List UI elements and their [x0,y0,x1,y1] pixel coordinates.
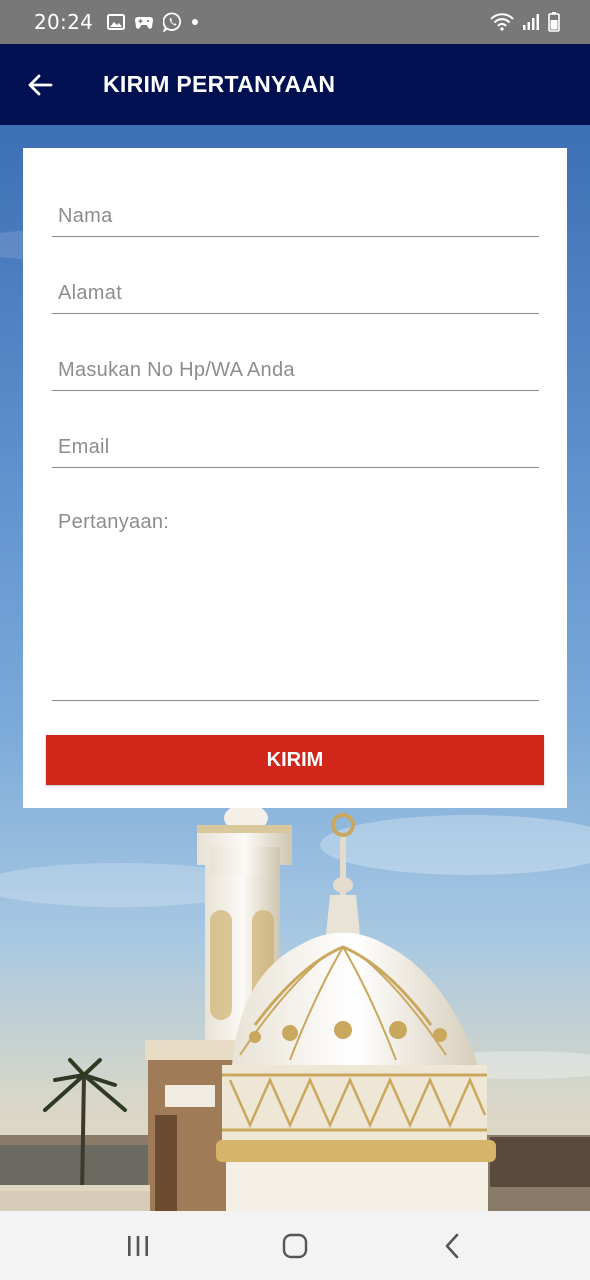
back-arrow-icon [28,74,53,95]
phone-input[interactable] [52,350,539,390]
home-button[interactable] [255,1216,335,1276]
recent-apps-icon [128,1235,149,1256]
game-icon [135,17,154,29]
status-notification-icons [107,12,199,32]
question-textarea[interactable] [52,505,539,695]
recent-apps-button[interactable] [98,1216,178,1276]
address-input[interactable] [52,273,539,313]
wifi-icon [490,13,514,31]
status-bar: 20:24 [0,0,590,44]
status-system-icons [490,12,560,32]
email-input[interactable] [52,427,539,467]
nav-back-button[interactable] [412,1216,492,1276]
whatsapp-icon [163,12,182,32]
app-bar: KIRIM PERTANYAAN [0,44,590,125]
home-icon [282,1233,308,1258]
phone-field [52,350,539,391]
gallery-icon [107,14,126,30]
page-title: KIRIM PERTANYAAN [103,71,336,97]
back-icon [445,1233,458,1258]
name-field [52,196,539,237]
email-field [52,427,539,468]
submit-button[interactable]: KIRIM [46,735,544,785]
status-time: 20:24 [34,10,94,34]
signal-icon [523,14,539,30]
notification-dot-icon [192,19,199,25]
question-form-card: KIRIM [23,148,567,808]
battery-icon [548,12,560,32]
system-nav-bar [0,1211,590,1280]
back-button[interactable] [0,44,80,125]
question-field [52,505,539,701]
name-input[interactable] [52,196,539,236]
address-field [52,273,539,314]
